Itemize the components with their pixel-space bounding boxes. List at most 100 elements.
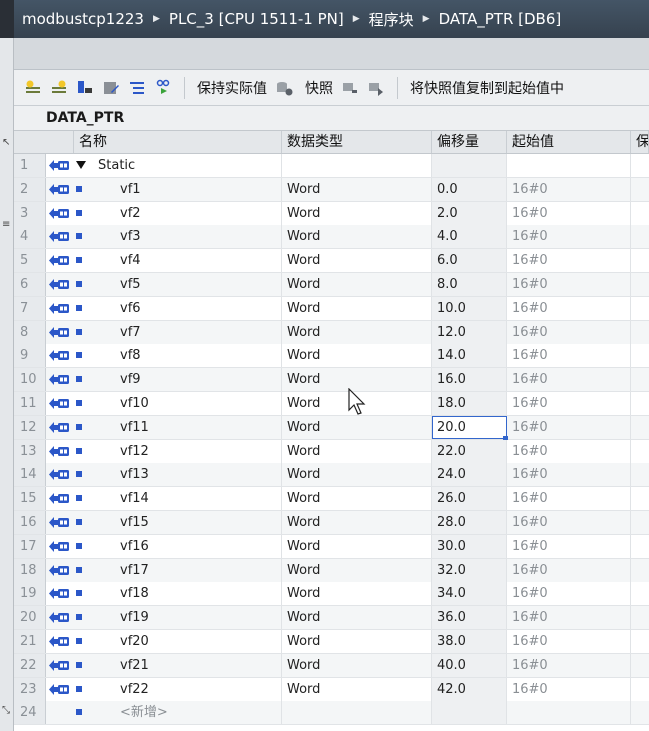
collapse-arrow-icon[interactable]: ↖ bbox=[2, 138, 11, 148]
column-retain[interactable]: 保 bbox=[631, 131, 649, 153]
offset-cell[interactable]: 4.0 bbox=[432, 225, 507, 249]
datatype-cell[interactable]: Word bbox=[282, 511, 432, 534]
monitor-icon[interactable] bbox=[152, 77, 174, 99]
snapshot-button[interactable]: 快照 bbox=[305, 78, 333, 98]
start-value-cell[interactable]: 16#0 bbox=[507, 392, 631, 415]
keep-actual-values-button[interactable]: 保持实际值 bbox=[197, 78, 267, 98]
name-cell[interactable]: vf5 bbox=[74, 273, 282, 296]
start-value-cell[interactable]: 16#0 bbox=[507, 273, 631, 296]
start-value-cell[interactable]: 16#0 bbox=[507, 630, 631, 653]
offset-cell[interactable]: 38.0 bbox=[432, 630, 507, 653]
retain-cell[interactable] bbox=[631, 178, 649, 201]
name-cell[interactable]: vf12 bbox=[74, 439, 282, 463]
name-cell[interactable]: Static bbox=[74, 154, 282, 177]
table-row[interactable]: 4 vf3 Word 4.0 16#0 bbox=[14, 225, 649, 250]
retain-cell[interactable] bbox=[631, 630, 649, 653]
offset-cell[interactable]: 24.0 bbox=[432, 463, 507, 487]
retain-cell[interactable] bbox=[631, 487, 649, 510]
name-cell[interactable]: vf7 bbox=[74, 320, 282, 344]
name-cell[interactable]: vf11 bbox=[74, 415, 282, 439]
name-cell[interactable]: vf22 bbox=[74, 677, 282, 701]
datatype-cell[interactable]: Word bbox=[282, 344, 432, 368]
retain-cell[interactable] bbox=[631, 154, 649, 177]
splitter-handle-icon[interactable]: ≡ bbox=[2, 220, 11, 230]
load-snapshot-icon[interactable] bbox=[339, 77, 361, 99]
start-value-cell[interactable]: 16#0 bbox=[507, 201, 631, 225]
start-value-cell[interactable]: 16#0 bbox=[507, 320, 631, 344]
collapse-triangle-icon[interactable] bbox=[76, 161, 86, 169]
retain-cell[interactable] bbox=[631, 559, 649, 582]
name-cell[interactable]: vf2 bbox=[74, 201, 282, 225]
offset-cell[interactable]: 28.0 bbox=[432, 511, 507, 534]
retain-cell[interactable] bbox=[631, 654, 649, 677]
datatype-cell[interactable]: Word bbox=[282, 201, 432, 225]
retain-cell[interactable] bbox=[631, 416, 649, 439]
list-icon[interactable] bbox=[126, 77, 148, 99]
datatype-cell[interactable] bbox=[282, 701, 432, 725]
datatype-cell[interactable]: Word bbox=[282, 606, 432, 630]
table-row[interactable]: 21 vf20 Word 38.0 16#0 bbox=[14, 630, 649, 654]
datatype-cell[interactable]: Word bbox=[282, 177, 432, 201]
name-cell[interactable]: vf19 bbox=[74, 606, 282, 630]
offset-cell[interactable]: 8.0 bbox=[432, 273, 507, 296]
start-value-cell[interactable] bbox=[507, 701, 631, 725]
breadcrumb-device[interactable]: PLC_3 [CPU 1511-1 PN] bbox=[169, 10, 344, 28]
resize-corner-icon[interactable]: ⤡ bbox=[2, 706, 11, 716]
offset-cell[interactable]: 10.0 bbox=[432, 296, 507, 320]
retain-cell[interactable] bbox=[631, 392, 649, 415]
name-cell[interactable]: vf10 bbox=[74, 392, 282, 415]
start-value-cell[interactable]: 16#0 bbox=[507, 511, 631, 534]
offset-cell[interactable]: 22.0 bbox=[432, 439, 507, 463]
start-value-cell[interactable]: 16#0 bbox=[507, 177, 631, 201]
datatype-cell[interactable]: Word bbox=[282, 463, 432, 487]
offset-cell[interactable]: 40.0 bbox=[432, 653, 507, 677]
start-value-cell[interactable]: 16#0 bbox=[507, 225, 631, 249]
name-cell[interactable]: vf6 bbox=[74, 296, 282, 320]
start-value-cell[interactable]: 16#0 bbox=[507, 296, 631, 320]
expand-all-icon[interactable] bbox=[74, 77, 96, 99]
datatype-cell[interactable]: Word bbox=[282, 415, 432, 439]
offset-cell[interactable]: 20.0 bbox=[432, 415, 508, 441]
datatype-cell[interactable]: Word bbox=[282, 630, 432, 653]
copy-snapshot-to-start-button[interactable]: 将快照值复制到起始值中 bbox=[410, 78, 564, 98]
retain-cell[interactable] bbox=[631, 368, 649, 391]
datatype-cell[interactable]: Word bbox=[282, 487, 432, 511]
name-cell[interactable]: <新增> bbox=[74, 701, 282, 725]
copy-snapshot-icon[interactable] bbox=[365, 77, 387, 99]
name-cell[interactable]: vf9 bbox=[74, 368, 282, 392]
retain-cell[interactable] bbox=[631, 440, 649, 463]
name-cell[interactable]: vf3 bbox=[74, 225, 282, 249]
start-value-cell[interactable]: 16#0 bbox=[507, 439, 631, 463]
table-row[interactable]: 18 vf17 Word 32.0 16#0 bbox=[14, 558, 649, 583]
offset-cell[interactable]: 34.0 bbox=[432, 582, 507, 606]
table-row[interactable]: 7 vf6 Word 10.0 16#0 bbox=[14, 296, 649, 321]
datatype-cell[interactable]: Word bbox=[282, 653, 432, 677]
datatype-cell[interactable]: Word bbox=[282, 534, 432, 558]
offset-cell[interactable]: 6.0 bbox=[432, 249, 507, 273]
table-row[interactable]: 6 vf5 Word 8.0 16#0 bbox=[14, 273, 649, 297]
table-row[interactable]: 20 vf19 Word 36.0 16#0 bbox=[14, 606, 649, 631]
table-row[interactable]: 23 vf22 Word 42.0 16#0 bbox=[14, 677, 649, 702]
start-value-cell[interactable]: 16#0 bbox=[507, 534, 631, 558]
column-offset[interactable]: 偏移量 bbox=[432, 131, 507, 153]
offset-cell[interactable]: 30.0 bbox=[432, 534, 507, 558]
table-row[interactable]: 3 vf2 Word 2.0 16#0 bbox=[14, 201, 649, 226]
start-value-cell[interactable]: 16#0 bbox=[507, 653, 631, 677]
offset-cell[interactable]: 36.0 bbox=[432, 606, 507, 630]
retain-cell[interactable] bbox=[631, 297, 649, 320]
retain-cell[interactable] bbox=[631, 701, 649, 724]
datatype-cell[interactable]: Word bbox=[282, 677, 432, 701]
name-cell[interactable]: vf4 bbox=[74, 249, 282, 273]
offset-cell[interactable]: 14.0 bbox=[432, 344, 507, 368]
start-value-cell[interactable]: 16#0 bbox=[507, 415, 631, 439]
offset-cell[interactable]: 26.0 bbox=[432, 487, 507, 511]
offset-cell[interactable]: 2.0 bbox=[432, 201, 507, 225]
offset-cell[interactable]: 42.0 bbox=[432, 677, 507, 701]
table-row[interactable]: 13 vf12 Word 22.0 16#0 bbox=[14, 439, 649, 464]
table-row[interactable]: 15 vf14 Word 26.0 16#0 bbox=[14, 487, 649, 512]
offset-cell[interactable]: 16.0 bbox=[432, 368, 507, 392]
start-value-cell[interactable]: 16#0 bbox=[507, 249, 631, 273]
retain-cell[interactable] bbox=[631, 273, 649, 296]
name-cell[interactable]: vf13 bbox=[74, 463, 282, 487]
table-row-static[interactable]: 1 Static bbox=[14, 154, 649, 178]
